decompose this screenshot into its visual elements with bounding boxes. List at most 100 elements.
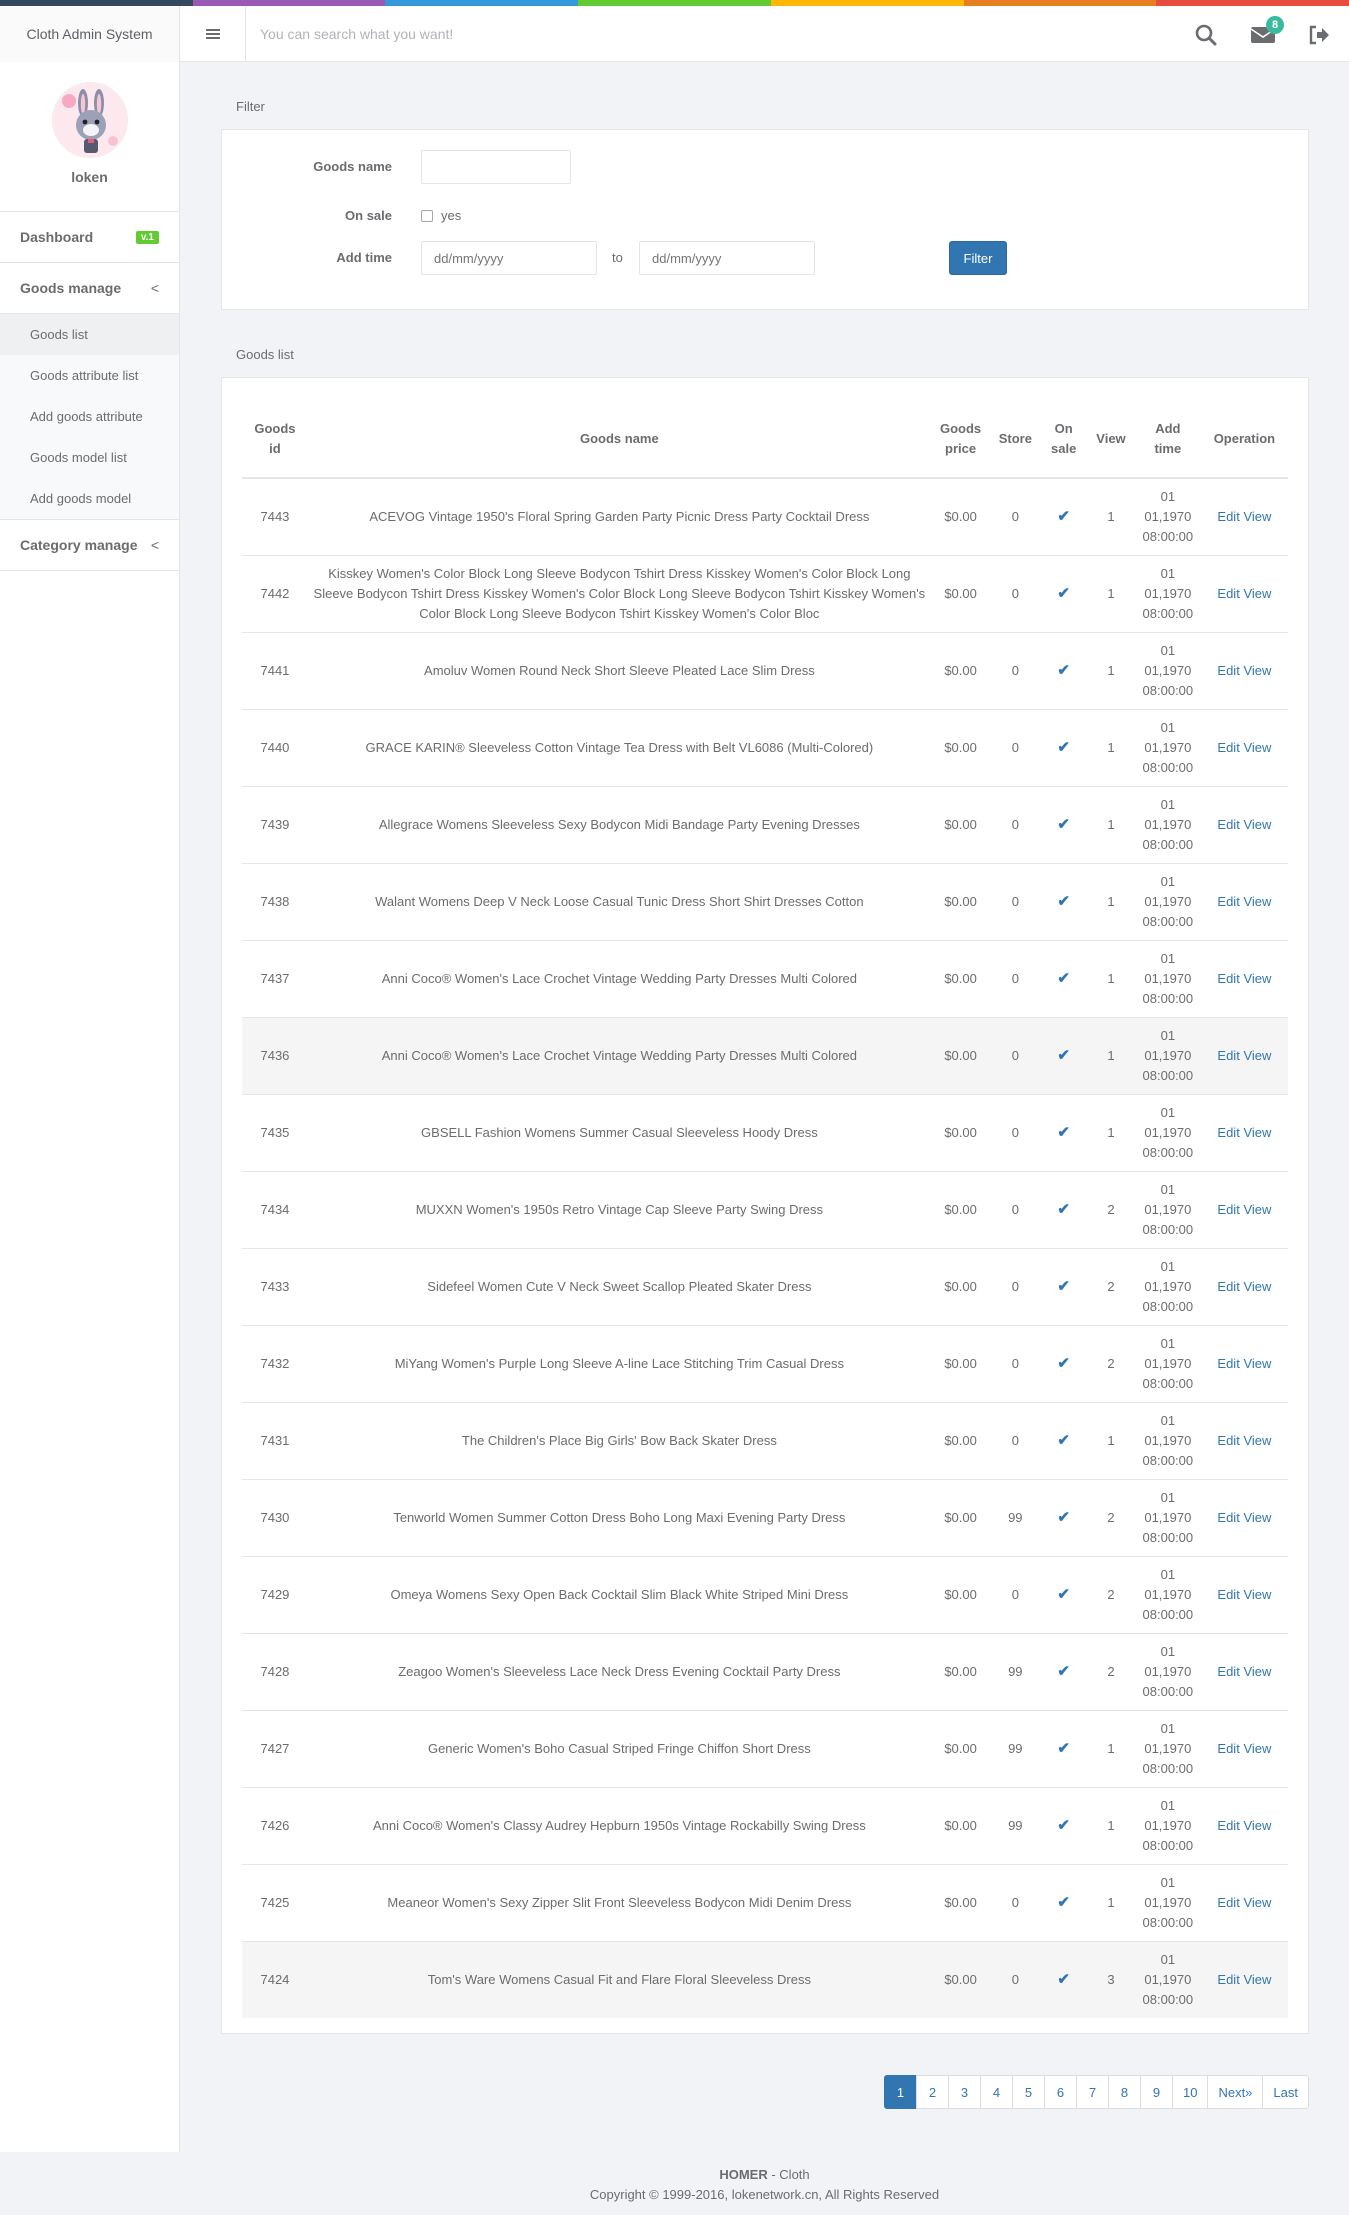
view-link[interactable]: View (1243, 1279, 1271, 1294)
view-link[interactable]: View (1243, 971, 1271, 986)
nav-category-manage[interactable]: Category manage < (0, 520, 179, 571)
on-sale-cell: ✔ (1040, 1709, 1088, 1787)
view-link[interactable]: View (1243, 1356, 1271, 1371)
view-link[interactable]: View (1243, 1587, 1271, 1602)
goods-name-cell: Anni Coco® Women's Classy Audrey Hepburn… (307, 1786, 931, 1864)
goods-id-cell: 7427 (242, 1709, 308, 1787)
view-cell: 1 (1087, 554, 1135, 632)
avatar[interactable] (51, 82, 128, 158)
add-time-cell: 01 01,1970 08:00:00 (1134, 939, 1201, 1017)
view-link[interactable]: View (1243, 894, 1271, 909)
page-link[interactable]: 6 (1043, 2075, 1077, 2109)
col-add-time[interactable]: Add time (1134, 401, 1201, 479)
subnav-goods-list[interactable]: Goods list (0, 314, 179, 355)
edit-link[interactable]: Edit (1217, 740, 1239, 755)
edit-link[interactable]: Edit (1217, 1433, 1239, 1448)
col-store[interactable]: Store (990, 401, 1041, 479)
edit-link[interactable]: Edit (1217, 1048, 1239, 1063)
view-link[interactable]: View (1243, 1125, 1271, 1140)
subnav-add-goods-model[interactable]: Add goods model (0, 478, 179, 519)
page-link[interactable]: 4 (979, 2075, 1013, 2109)
edit-link[interactable]: Edit (1217, 586, 1239, 601)
check-icon: ✔ (1057, 892, 1070, 910)
edit-link[interactable]: Edit (1217, 1125, 1239, 1140)
view-link[interactable]: View (1243, 1048, 1271, 1063)
goods-name-cell: GBSELL Fashion Womens Summer Casual Slee… (307, 1093, 931, 1171)
subnav-add-goods-attribute[interactable]: Add goods attribute (0, 396, 179, 437)
table-row: 7442 Kisskey Women's Color Block Long Sle… (242, 554, 1288, 632)
edit-link[interactable]: Edit (1217, 1818, 1239, 1833)
col-goods-id[interactable]: Goods id (242, 401, 308, 479)
operation-cell: Edit View (1200, 1093, 1288, 1171)
view-link[interactable]: View (1243, 509, 1271, 524)
view-link[interactable]: View (1243, 740, 1271, 755)
subnav-goods-attribute-list[interactable]: Goods attribute list (0, 355, 179, 396)
table-row: 7434 MUXXN Women's 1950s Retro Vintage Ca… (242, 1170, 1288, 1248)
edit-link[interactable]: Edit (1217, 1510, 1239, 1525)
view-link[interactable]: View (1243, 1664, 1271, 1679)
edit-link[interactable]: Edit (1217, 1279, 1239, 1294)
brand-title[interactable]: Cloth Admin System (0, 6, 180, 62)
table-row: 7435 GBSELL Fashion Womens Summer Casual … (242, 1093, 1288, 1171)
menu-toggle-button[interactable] (180, 6, 246, 62)
nav-goods-manage[interactable]: Goods manage < (0, 263, 179, 314)
page-link[interactable]: Next» (1207, 2075, 1264, 2109)
page-link[interactable]: 3 (947, 2075, 981, 2109)
search-icon (1195, 24, 1217, 46)
col-view[interactable]: View (1087, 401, 1135, 479)
search-button[interactable] (1191, 20, 1221, 50)
view-link[interactable]: View (1243, 1972, 1271, 1987)
page-link[interactable]: 8 (1107, 2075, 1141, 2109)
page-link[interactable]: 1 (883, 2075, 917, 2109)
date-to-input[interactable] (639, 241, 815, 275)
view-link[interactable]: View (1243, 1202, 1271, 1217)
subnav-goods-model-list[interactable]: Goods model list (0, 437, 179, 478)
goods-id-cell: 7433 (242, 1247, 308, 1325)
table-row: 7424 Tom's Ware Womens Casual Fit and Fla… (242, 1940, 1288, 2018)
add-time-cell: 01 01,1970 08:00:00 (1134, 708, 1201, 786)
edit-link[interactable]: Edit (1217, 1741, 1239, 1756)
col-goods-name[interactable]: Goods name (307, 401, 931, 479)
page-link[interactable]: Last (1262, 2075, 1309, 2109)
date-from-input[interactable] (421, 241, 597, 275)
edit-link[interactable]: Edit (1217, 1202, 1239, 1217)
goods-name-cell: The Children's Place Big Girls' Bow Back… (307, 1401, 931, 1479)
on-sale-cell: ✔ (1040, 477, 1088, 555)
view-link[interactable]: View (1243, 1895, 1271, 1910)
edit-link[interactable]: Edit (1217, 663, 1239, 678)
col-goods-price[interactable]: Goods price (930, 401, 991, 479)
page-link[interactable]: 7 (1075, 2075, 1109, 2109)
goods-name-cell: MUXXN Women's 1950s Retro Vintage Cap Sl… (307, 1170, 931, 1248)
operation-cell: Edit View (1200, 939, 1288, 1017)
edit-link[interactable]: Edit (1217, 894, 1239, 909)
on-sale-checkbox[interactable] (421, 210, 433, 222)
edit-link[interactable]: Edit (1217, 1587, 1239, 1602)
goods-name-input[interactable] (421, 150, 571, 184)
edit-link[interactable]: Edit (1217, 1972, 1239, 1987)
page-link[interactable]: 2 (915, 2075, 949, 2109)
page-link[interactable]: 9 (1139, 2075, 1173, 2109)
view-link[interactable]: View (1243, 1510, 1271, 1525)
view-link[interactable]: View (1243, 1741, 1271, 1756)
view-link[interactable]: View (1243, 1433, 1271, 1448)
view-link[interactable]: View (1243, 663, 1271, 678)
logout-button[interactable] (1304, 20, 1334, 50)
edit-link[interactable]: Edit (1217, 509, 1239, 524)
edit-link[interactable]: Edit (1217, 971, 1239, 986)
page-link[interactable]: 10 (1171, 2075, 1209, 2109)
edit-link[interactable]: Edit (1217, 1356, 1239, 1371)
filter-button[interactable]: Filter (949, 241, 1007, 275)
view-link[interactable]: View (1243, 817, 1271, 832)
nav-dashboard[interactable]: Dashboard v.1 (0, 212, 179, 263)
search-input[interactable] (247, 6, 1047, 62)
goods-id-cell: 7426 (242, 1786, 308, 1864)
table-row: 7430 Tenworld Women Summer Cotton Dress B… (242, 1478, 1288, 1556)
edit-link[interactable]: Edit (1217, 817, 1239, 832)
col-on-sale[interactable]: On sale (1040, 401, 1088, 479)
edit-link[interactable]: Edit (1217, 1895, 1239, 1910)
edit-link[interactable]: Edit (1217, 1664, 1239, 1679)
page-link[interactable]: 5 (1011, 2075, 1045, 2109)
view-link[interactable]: View (1243, 1818, 1271, 1833)
messages-button[interactable]: 8 (1248, 16, 1284, 50)
view-link[interactable]: View (1243, 586, 1271, 601)
